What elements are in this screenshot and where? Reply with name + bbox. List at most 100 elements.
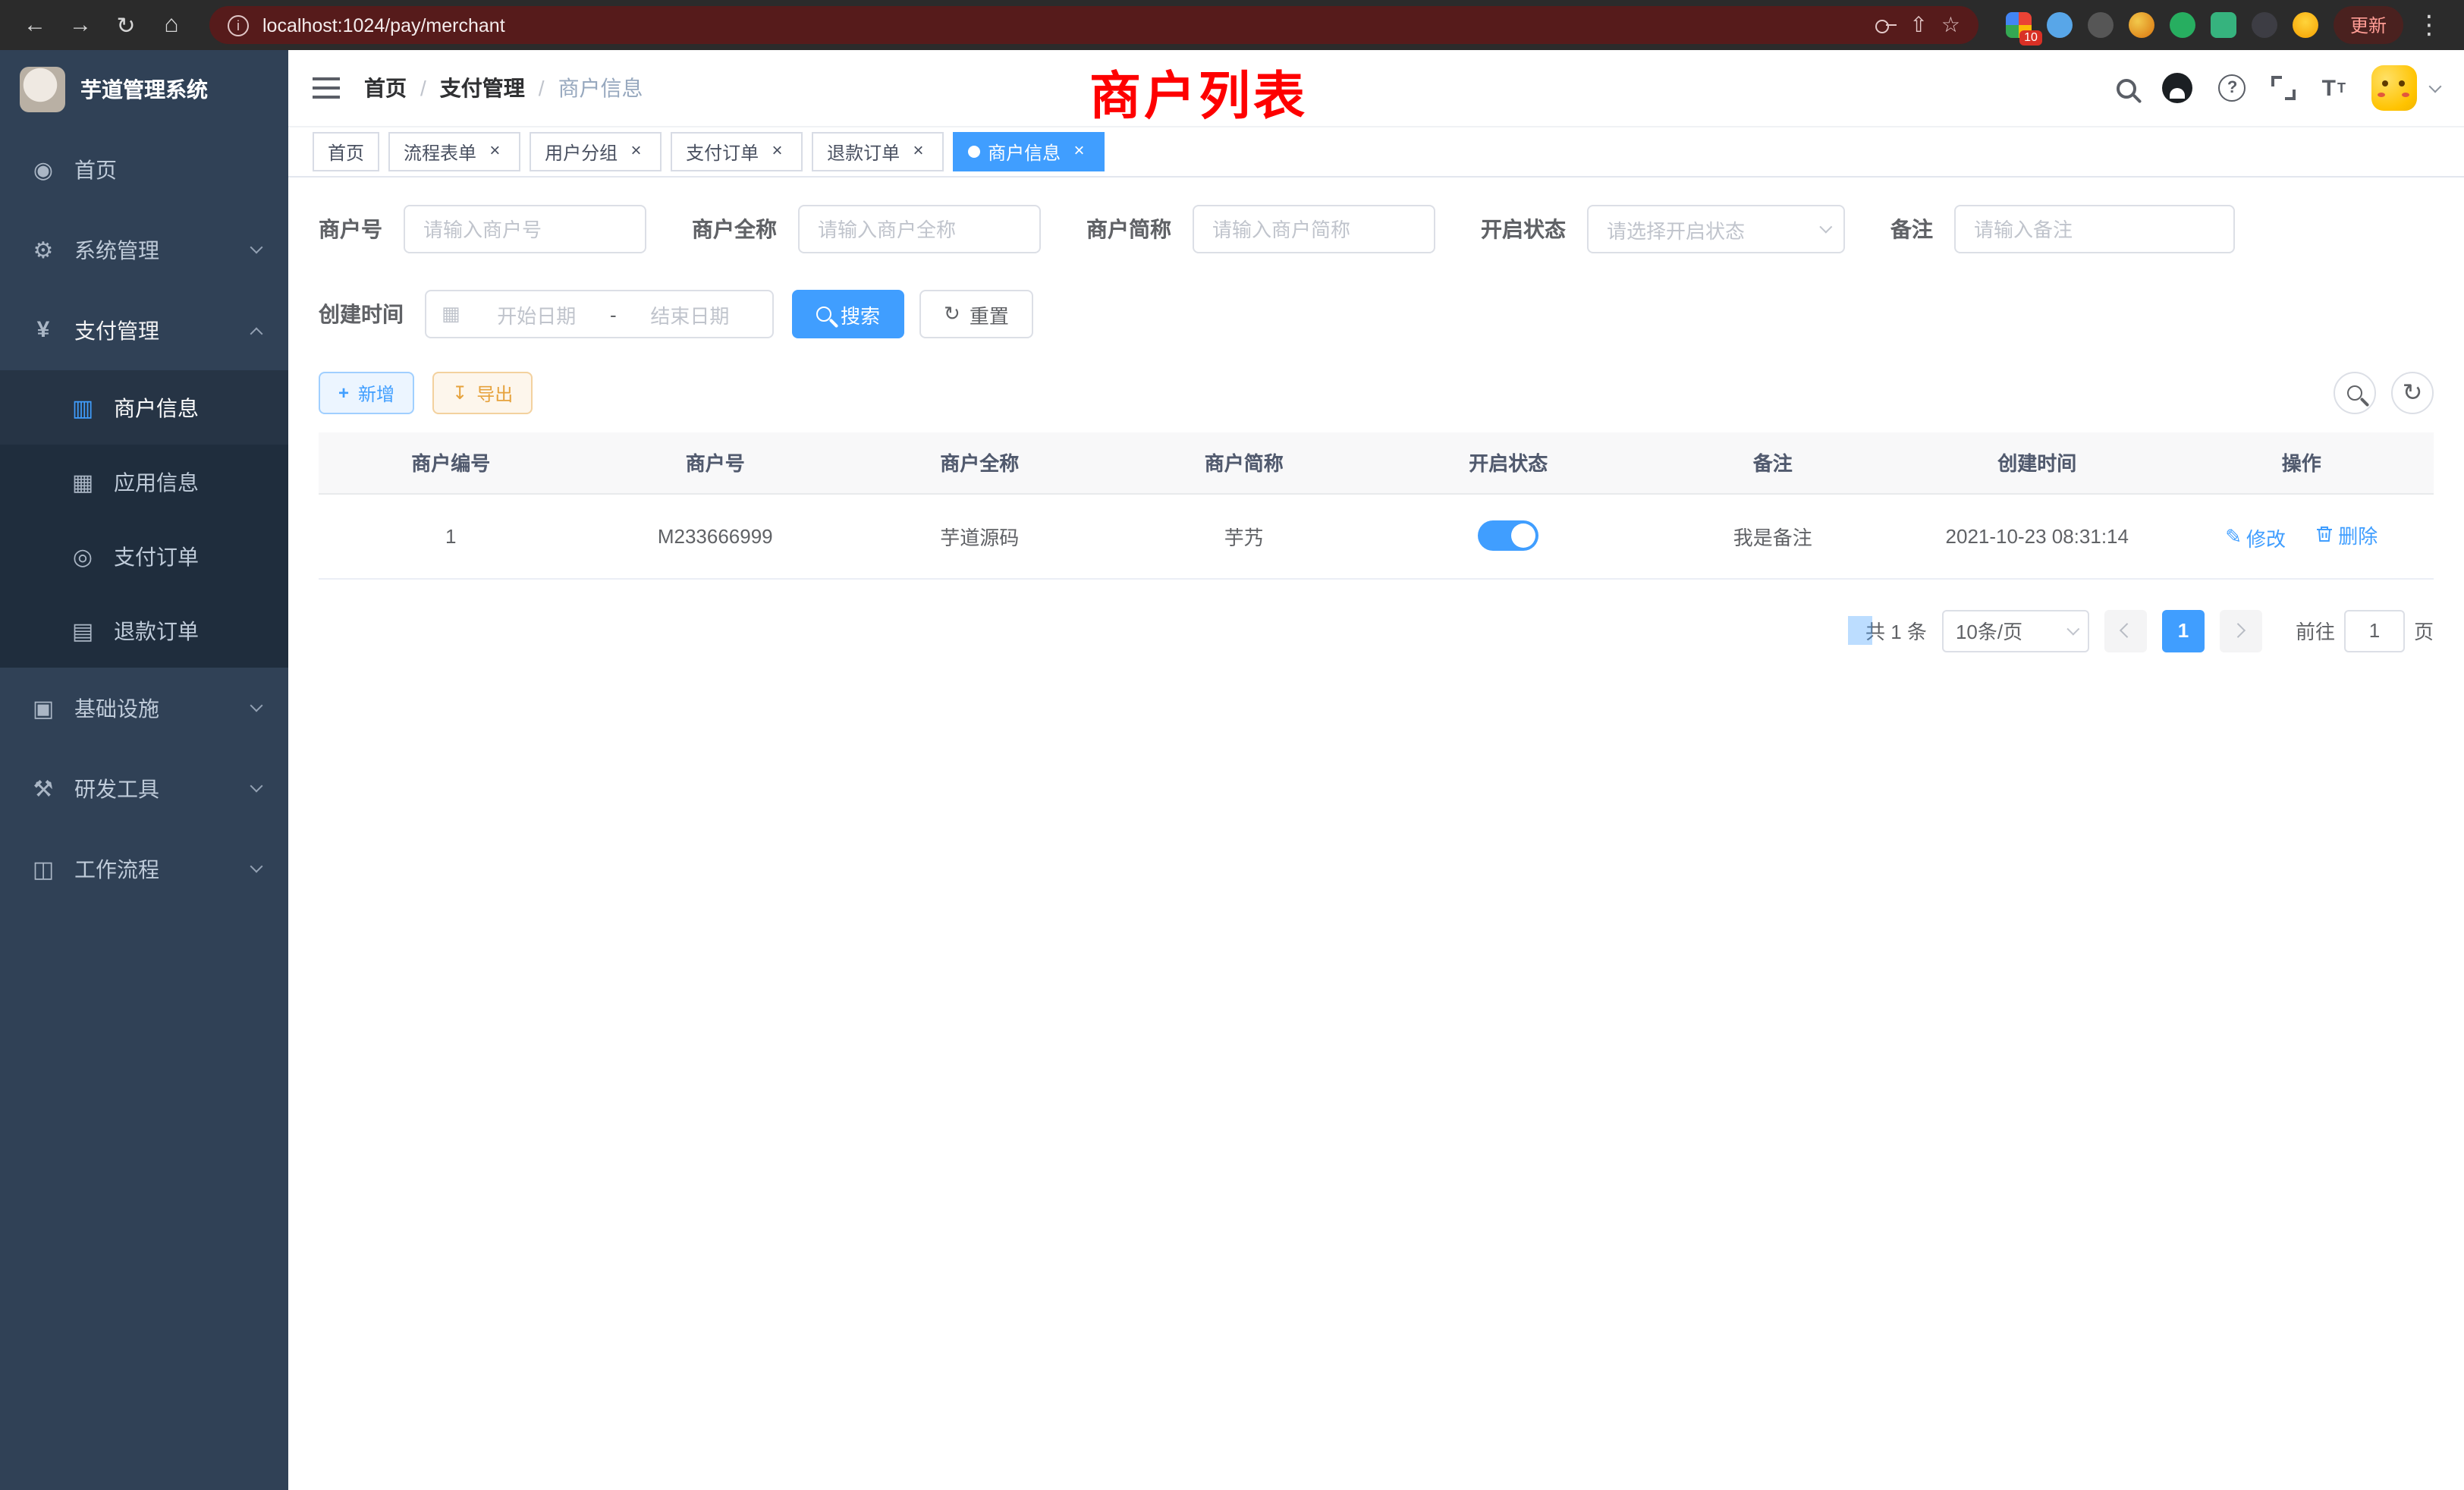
sidebar-item-pay-order[interactable]: 支付订单 (0, 519, 288, 593)
extension-badge: 10 (2019, 30, 2042, 46)
avatar-caret-icon[interactable] (2429, 80, 2442, 93)
filter-row-2: 创建时间 开始日期 - 结束日期 搜索 重置 (319, 290, 2434, 338)
cell-merchant-name: 芋道源码 (847, 493, 1112, 578)
help-icon[interactable] (2219, 74, 2246, 102)
col-remark: 备注 (1641, 432, 1906, 493)
merchant-short-input[interactable] (1193, 205, 1435, 253)
search-icon[interactable] (2117, 78, 2137, 98)
delete-link[interactable]: 删除 (2315, 520, 2378, 549)
close-icon[interactable] (907, 141, 929, 162)
close-icon[interactable] (625, 141, 646, 162)
refund-icon (70, 617, 96, 644)
reload-icon[interactable] (106, 5, 146, 45)
browser-menu-icon[interactable] (2409, 5, 2449, 45)
bookmark-star-icon[interactable] (1941, 12, 1960, 38)
refresh-table-button[interactable] (2391, 372, 2434, 414)
sidebar-item-app-info[interactable]: 应用信息 (0, 445, 288, 519)
home-icon[interactable] (152, 5, 191, 45)
filter-create-time: 创建时间 开始日期 - 结束日期 (319, 290, 774, 338)
share-icon[interactable] (1909, 12, 1927, 38)
chevron-down-icon (2066, 622, 2079, 635)
order-icon (70, 542, 96, 570)
browser-update-button[interactable]: 更新 (2334, 6, 2403, 44)
extension-icon[interactable] (2252, 12, 2277, 38)
sidebar-item-home[interactable]: 首页 (0, 129, 288, 209)
extension-icon[interactable]: 10 (2006, 12, 2032, 38)
status-toggle[interactable] (1478, 520, 1538, 551)
chevron-down-icon (250, 699, 263, 712)
tab-home[interactable]: 首页 (313, 132, 379, 171)
status-select[interactable]: 请选择开启状态 (1587, 205, 1845, 253)
merchant-no-input[interactable] (404, 205, 646, 253)
sidebar-item-dev-tools[interactable]: 研发工具 (0, 748, 288, 828)
search-button[interactable]: 搜索 (792, 290, 904, 338)
table-tools (2334, 372, 2434, 414)
date-range-picker[interactable]: 开始日期 - 结束日期 (425, 290, 774, 338)
extension-icon[interactable] (2211, 12, 2236, 38)
browser-toolbar: localhost:1024/pay/merchant 10 更新 (0, 0, 2464, 50)
col-actions: 操作 (2170, 432, 2434, 493)
page-size-select[interactable]: 10条/页 (1942, 609, 2089, 652)
tab-merchant-info[interactable]: 商户信息 (953, 132, 1105, 171)
font-size-icon[interactable] (2322, 75, 2346, 101)
fullscreen-icon[interactable] (2272, 76, 2296, 100)
export-button[interactable]: 导出 (432, 372, 533, 414)
plus-icon (338, 382, 349, 404)
chevron-down-icon (250, 780, 263, 793)
current-page-button[interactable]: 1 (2162, 609, 2205, 652)
github-icon[interactable] (2163, 73, 2193, 103)
logo[interactable]: 芋道管理系统 (0, 50, 288, 129)
next-page-button[interactable] (2220, 609, 2262, 652)
tab-user-group[interactable]: 用户分组 (530, 132, 662, 171)
sidebar-item-payment[interactable]: 支付管理 (0, 290, 288, 370)
sidebar-item-system[interactable]: 系统管理 (0, 209, 288, 290)
extension-icon[interactable] (2170, 12, 2195, 38)
filter-merchant-short: 商户简称 (1086, 205, 1435, 253)
edit-link[interactable]: 修改 (2225, 523, 2286, 552)
breadcrumb-payment[interactable]: 支付管理 (440, 73, 525, 103)
site-info-icon[interactable] (228, 14, 249, 36)
tab-pay-order[interactable]: 支付订单 (671, 132, 803, 171)
prev-page-button[interactable] (2104, 609, 2147, 652)
address-bar[interactable]: localhost:1024/pay/merchant (209, 6, 1978, 44)
avatar[interactable] (2371, 65, 2417, 111)
sidebar-item-refund-order[interactable]: 退款订单 (0, 593, 288, 668)
page-content: 商户号 商户全称 商户简称 开启状态 请选择开启状态 (288, 178, 2464, 1490)
workflow-icon (30, 855, 56, 882)
close-icon[interactable] (1068, 141, 1089, 162)
breadcrumb: 首页 / 支付管理 / 商户信息 (364, 73, 643, 103)
tab-refund-order[interactable]: 退款订单 (812, 132, 944, 171)
tabs-bar: 首页 流程表单 用户分组 支付订单 退款订单 (288, 126, 2464, 178)
toolbar-row: 新增 导出 (319, 372, 2434, 414)
breadcrumb-home[interactable]: 首页 (364, 73, 407, 103)
extensions-bar: 10 (2006, 12, 2318, 38)
show-search-button[interactable] (2334, 372, 2376, 414)
extension-icon[interactable] (2129, 12, 2154, 38)
close-icon[interactable] (484, 141, 505, 162)
close-icon[interactable] (766, 141, 787, 162)
goto-page-input[interactable] (2344, 609, 2405, 652)
cell-merchant-no: M233666999 (583, 493, 848, 578)
sidebar-item-infrastructure[interactable]: 基础设施 (0, 668, 288, 748)
active-dot-icon (968, 146, 980, 158)
merchant-name-input[interactable] (798, 205, 1041, 253)
breadcrumb-separator: / (539, 76, 545, 100)
password-key-icon[interactable] (1875, 14, 1896, 36)
trash-icon (2315, 525, 2334, 543)
forward-icon[interactable] (61, 5, 100, 45)
hamburger-icon[interactable] (313, 77, 340, 99)
extension-icon[interactable] (2293, 12, 2318, 38)
remark-input[interactable] (1954, 205, 2235, 253)
extension-icon[interactable] (2047, 12, 2073, 38)
breadcrumb-current: 商户信息 (558, 73, 643, 103)
reset-button[interactable]: 重置 (919, 290, 1033, 338)
extension-icon[interactable] (2088, 12, 2114, 38)
filter-remark: 备注 (1890, 205, 2235, 253)
back-icon[interactable] (15, 5, 55, 45)
col-merchant-short: 商户简称 (1112, 432, 1377, 493)
sidebar-item-workflow[interactable]: 工作流程 (0, 828, 288, 909)
sidebar-item-merchant-info[interactable]: 商户信息 (0, 370, 288, 445)
chevron-left-icon (2120, 623, 2136, 638)
add-button[interactable]: 新增 (319, 372, 414, 414)
tab-process-form[interactable]: 流程表单 (388, 132, 520, 171)
